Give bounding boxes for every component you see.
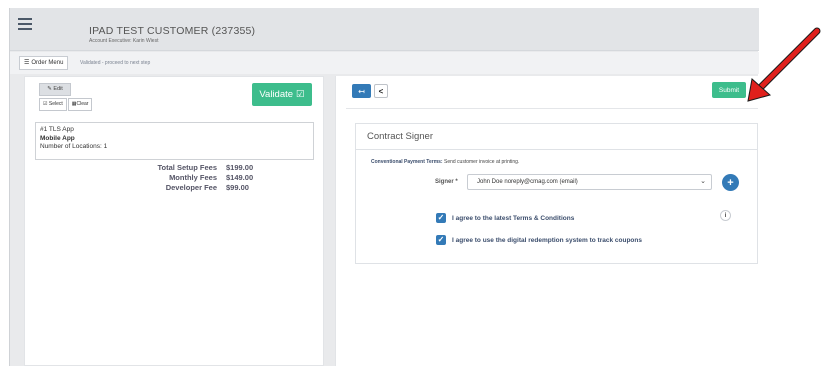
- red-arrow-annotation: [747, 27, 821, 102]
- arrow-icon: [747, 27, 821, 102]
